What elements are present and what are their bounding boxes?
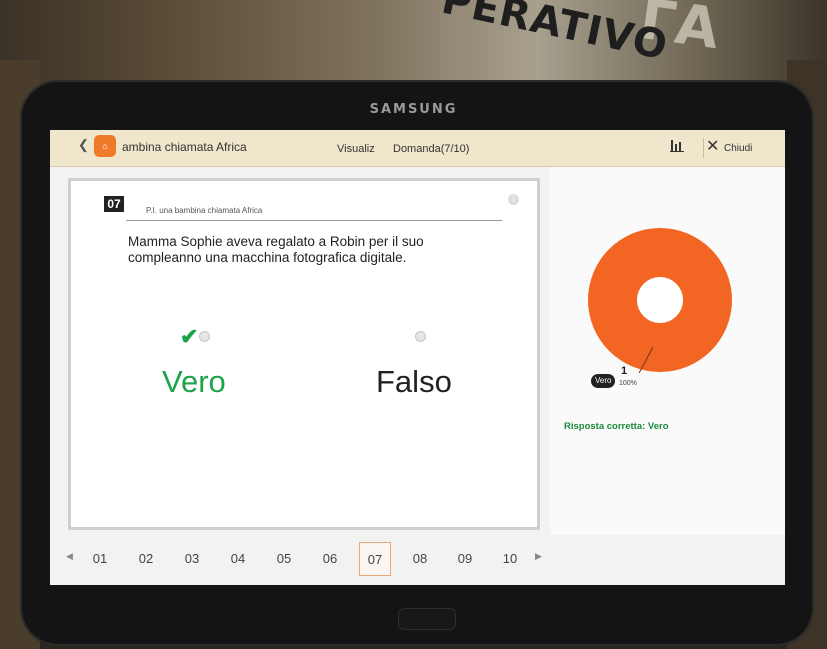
info-icon[interactable]: i xyxy=(508,194,519,205)
toolbar-divider xyxy=(703,138,704,158)
pager-next-icon[interactable]: ▶ xyxy=(535,551,542,562)
question-divider xyxy=(126,220,502,221)
answer-falso[interactable]: Falso xyxy=(376,364,452,400)
donut-hole xyxy=(637,277,683,323)
question-number: 07 xyxy=(104,196,124,212)
title-bar: ❮ ⌂ ambina chiamata Africa Visualiz Doma… xyxy=(50,130,785,167)
pager-item[interactable]: 04 xyxy=(222,542,254,576)
correct-answer-text: Risposta corretta: Vero xyxy=(564,421,669,432)
question-card xyxy=(68,178,540,530)
pager-item-active[interactable]: 07 xyxy=(359,542,391,576)
pager-item[interactable]: 05 xyxy=(268,542,300,576)
radio-falso[interactable] xyxy=(415,331,426,342)
legend-label-vero: Vero xyxy=(591,374,616,388)
question-text: Mamma Sophie aveva regalato a Robin per … xyxy=(128,234,424,265)
bar-chart-icon[interactable] xyxy=(670,138,684,157)
pager-item[interactable]: 10 xyxy=(494,542,526,576)
results-donut-chart xyxy=(588,228,732,373)
back-icon[interactable]: ❮ xyxy=(78,137,89,153)
question-source: P.I. una bambina chiamata Africa xyxy=(146,206,263,215)
home-button[interactable] xyxy=(398,608,456,630)
pager-item[interactable]: 01 xyxy=(84,542,116,576)
answer-percent: 100% xyxy=(619,380,637,387)
answer-count: 1 xyxy=(621,365,628,377)
checkmark-icon: ✔ xyxy=(180,324,199,349)
app-title: ambina chiamata Africa xyxy=(122,140,247,154)
answer-vero[interactable]: Vero xyxy=(162,364,226,400)
app-logo-icon[interactable]: ⌂ xyxy=(94,135,116,157)
brand-logo: SAMSUNG xyxy=(369,102,458,117)
pager-item[interactable]: 02 xyxy=(130,542,162,576)
close-icon[interactable]: ✕ xyxy=(706,136,719,156)
question-pager: ◀ 01 02 03 04 05 06 07 08 09 10 ▶ xyxy=(50,535,785,585)
pager-prev-icon[interactable]: ◀ xyxy=(66,551,73,562)
menu-domanda[interactable]: Domanda(7/10) xyxy=(393,143,469,155)
pager-item[interactable]: 09 xyxy=(449,542,481,576)
pager-item[interactable]: 06 xyxy=(314,542,346,576)
pager-item[interactable]: 03 xyxy=(176,542,208,576)
pager-item[interactable]: 08 xyxy=(404,542,436,576)
menu-visualiz[interactable]: Visualiz xyxy=(337,143,375,155)
radio-vero[interactable] xyxy=(199,331,210,342)
close-button[interactable]: Chiudi xyxy=(724,143,752,154)
app-screen: ❮ ⌂ ambina chiamata Africa Visualiz Doma… xyxy=(50,130,785,585)
